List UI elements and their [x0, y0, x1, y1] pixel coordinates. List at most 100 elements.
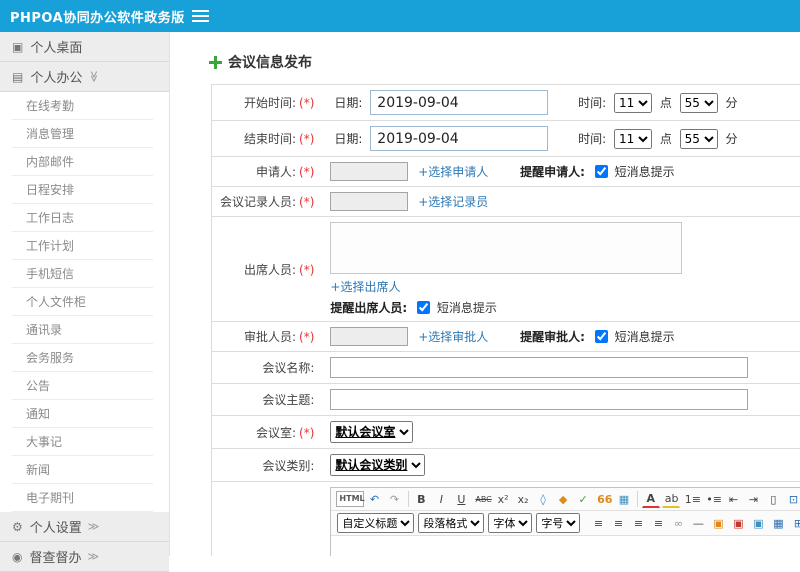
- outdent-icon[interactable]: ⇤: [724, 490, 742, 508]
- custom-style-select[interactable]: 自定义标题: [337, 513, 414, 533]
- end-hour-select[interactable]: 11: [614, 129, 652, 149]
- sidebar-item-sms[interactable]: 手机短信: [0, 260, 169, 288]
- sidebar-section-supervision[interactable]: ◉ 督查督办 ≫: [0, 542, 169, 572]
- menu-toggle-icon[interactable]: [192, 7, 209, 25]
- format-painter-icon[interactable]: ◆: [554, 490, 572, 508]
- required-mark: (*): [299, 263, 314, 277]
- sidebar-item-file-cabinet[interactable]: 个人文件柜: [0, 288, 169, 316]
- main-content: 会议信息发布 开始时间:(*) 日期: 时间: 11 点 55 分 结束时间:(…: [171, 32, 800, 556]
- start-time-label: 开始时间:: [244, 96, 296, 110]
- remind-approver-label: 提醒审批人:: [520, 330, 585, 344]
- sidebar-item-announcement[interactable]: 公告: [0, 372, 169, 400]
- sidebar-item-meeting-service[interactable]: 会务服务: [0, 344, 169, 372]
- meeting-topic-input[interactable]: [330, 389, 748, 410]
- approver-input[interactable]: [330, 327, 408, 346]
- editor-content-area[interactable]: [331, 536, 800, 556]
- sidebar-item-schedule[interactable]: 日程安排: [0, 176, 169, 204]
- fullscreen-icon[interactable]: ⊡: [784, 490, 800, 508]
- hour-unit: 点: [660, 132, 672, 146]
- row-start-time: 开始时间:(*) 日期: 时间: 11 点 55 分: [212, 85, 800, 121]
- align-right-icon[interactable]: ≡: [629, 514, 647, 532]
- sms-label: 短消息提示: [437, 301, 497, 315]
- font-size-select[interactable]: 字号: [536, 513, 580, 533]
- applicant-input[interactable]: [330, 162, 408, 181]
- sidebar-item-internal-mail[interactable]: 内部邮件: [0, 148, 169, 176]
- required-mark: (*): [299, 195, 314, 209]
- row-meeting-category: 会议类别: 默认会议类别: [212, 449, 800, 482]
- start-hour-select[interactable]: 11: [614, 93, 652, 113]
- undo-icon[interactable]: ↶: [366, 490, 384, 508]
- attendees-textarea[interactable]: [330, 222, 682, 274]
- remind-attendees-label: 提醒出席人员:: [330, 301, 407, 315]
- horizontal-rule-icon[interactable]: —: [689, 514, 707, 532]
- link-icon[interactable]: ∞: [669, 514, 687, 532]
- align-center-icon[interactable]: ≡: [609, 514, 627, 532]
- recorder-input[interactable]: [330, 192, 408, 211]
- spellcheck-icon[interactable]: ✓: [574, 490, 592, 508]
- image-icon[interactable]: ▣: [709, 514, 727, 532]
- unordered-list-icon[interactable]: •≡: [703, 490, 722, 508]
- sms-label: 短消息提示: [615, 330, 675, 344]
- minute-unit: 分: [726, 132, 738, 146]
- select-applicant-link[interactable]: +选择申请人: [418, 165, 488, 179]
- sidebar-item-work-plan[interactable]: 工作计划: [0, 232, 169, 260]
- sidebar-item-news[interactable]: 新闻: [0, 456, 169, 484]
- remind-attendees-checkbox[interactable]: [417, 301, 430, 314]
- redo-icon[interactable]: ↷: [386, 490, 404, 508]
- remind-approver-checkbox[interactable]: [595, 330, 608, 343]
- subscript-icon[interactable]: x₂: [514, 490, 532, 508]
- sidebar-item-notice[interactable]: 通知: [0, 400, 169, 428]
- meeting-room-select[interactable]: 默认会议室: [330, 421, 413, 443]
- gear-icon: ⚙: [12, 520, 23, 534]
- meeting-name-input[interactable]: [330, 357, 748, 378]
- underline-icon[interactable]: U: [452, 490, 470, 508]
- required-mark: (*): [299, 330, 314, 344]
- recorder-label: 会议记录人员:: [220, 195, 296, 209]
- sidebar-item-e-journal[interactable]: 电子期刊: [0, 484, 169, 512]
- sidebar: ▣ 个人桌面 ▤ 个人办公 ≫ 在线考勤 消息管理 内部邮件 日程安排 工作日志…: [0, 32, 170, 556]
- align-justify-icon[interactable]: ≡: [649, 514, 667, 532]
- superscript-icon[interactable]: x²: [494, 490, 512, 508]
- grid-icon[interactable]: ⊞: [789, 514, 800, 532]
- end-date-input[interactable]: [370, 126, 548, 151]
- font-family-select[interactable]: 字体: [488, 513, 532, 533]
- end-minute-select[interactable]: 55: [680, 129, 718, 149]
- sidebar-item-attendance[interactable]: 在线考勤: [0, 92, 169, 120]
- start-date-input[interactable]: [370, 90, 548, 115]
- approver-label: 审批人员:: [244, 330, 296, 344]
- table-icon[interactable]: ▦: [769, 514, 787, 532]
- paragraph-format-select[interactable]: 段落格式: [418, 513, 484, 533]
- blockquote-icon[interactable]: 66: [594, 490, 613, 508]
- highlight-color-icon[interactable]: ab: [662, 490, 680, 508]
- select-attendees-link[interactable]: +选择出席人: [330, 280, 400, 294]
- flash-icon[interactable]: ▣: [729, 514, 747, 532]
- sidebar-item-desktop[interactable]: ▣ 个人桌面: [0, 32, 169, 62]
- applicant-label: 申请人:: [256, 165, 296, 179]
- sidebar-section-personal-office[interactable]: ▤ 个人办公 ≫: [0, 62, 169, 92]
- sidebar-item-events[interactable]: 大事记: [0, 428, 169, 456]
- meeting-category-select[interactable]: 默认会议类别: [330, 454, 425, 476]
- page-icon[interactable]: ▯: [764, 490, 782, 508]
- sidebar-section-personal-settings[interactable]: ⚙ 个人设置 ≫: [0, 512, 169, 542]
- sidebar-item-work-log[interactable]: 工作日志: [0, 204, 169, 232]
- start-minute-select[interactable]: 55: [680, 93, 718, 113]
- select-recorder-link[interactable]: +选择记录员: [418, 195, 488, 209]
- remind-applicant-checkbox[interactable]: [595, 165, 608, 178]
- font-color-icon[interactable]: A: [642, 490, 660, 508]
- align-left-icon[interactable]: ≡: [589, 514, 607, 532]
- italic-icon[interactable]: I: [432, 490, 450, 508]
- strikethrough-icon[interactable]: ABC: [472, 490, 492, 508]
- row-applicant: 申请人:(*) +选择申请人 提醒申请人: 短消息提示: [212, 157, 800, 187]
- row-editor: HTML ↶ ↷ B I U ABC x² x₂ ◊ ◆ ✓ 66: [212, 482, 800, 557]
- eraser-icon[interactable]: ◊: [534, 490, 552, 508]
- ordered-list-icon[interactable]: 1≡: [682, 490, 702, 508]
- sidebar-item-messages[interactable]: 消息管理: [0, 120, 169, 148]
- date-label: 日期:: [334, 96, 362, 110]
- select-approver-link[interactable]: +选择审批人: [418, 330, 488, 344]
- calendar-icon[interactable]: ▦: [615, 490, 633, 508]
- html-source-icon[interactable]: HTML: [336, 491, 363, 507]
- media-icon[interactable]: ▣: [749, 514, 767, 532]
- bold-icon[interactable]: B: [412, 490, 430, 508]
- sidebar-item-contacts[interactable]: 通讯录: [0, 316, 169, 344]
- indent-icon[interactable]: ⇥: [744, 490, 762, 508]
